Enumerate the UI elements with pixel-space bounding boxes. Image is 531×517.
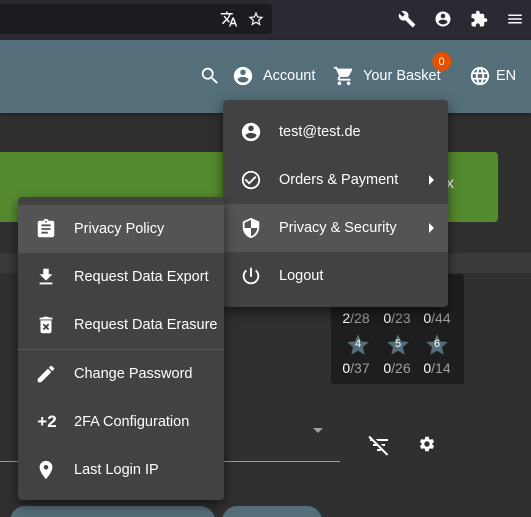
language-button[interactable]: EN [469,65,516,87]
score-value: 0/23 [383,310,411,326]
wrench-icon[interactable] [396,8,418,30]
difficulty-star-icon: 4 [345,332,371,358]
difficulty-star-icon: 6 [424,332,450,358]
hamburger-menu-icon[interactable] [504,8,526,30]
score-value: 0/14 [423,360,451,376]
filter-off-icon[interactable] [366,432,392,458]
menu-item-label: Change Password [74,366,193,382]
settings-gear-icon[interactable] [417,434,437,454]
globe-icon [470,66,490,86]
menu-item-change-password[interactable]: Change Password [18,350,224,398]
basket-button[interactable]: Your Basket [333,65,441,87]
menu-item-label: 2FA Configuration [74,414,190,430]
action-button[interactable] [10,506,215,517]
menu-item-privacy-security[interactable]: Privacy & Security [223,204,448,252]
browser-toolbar [0,0,531,40]
language-label: EN [496,68,517,84]
menu-item-label: Request Data Erasure [74,317,218,333]
dropdown-caret-icon[interactable] [313,428,323,433]
menu-item-2fa-configuration[interactable]: +2 2FA Configuration [18,398,224,446]
menu-item-orders-payment[interactable]: Orders & Payment [223,156,448,204]
bookmark-star-icon[interactable] [245,8,267,30]
menu-item-privacy-policy[interactable]: Privacy Policy [18,205,224,253]
menu-item-label: Privacy Policy [74,221,165,237]
pencil-icon [34,362,58,386]
menu-item-user-email[interactable]: test@test.de [223,108,448,156]
menu-item-label: Orders & Payment [279,172,399,188]
shopping-cart-icon [333,66,353,86]
score-value: 0/37 [342,360,370,376]
submenu-arrow-icon [429,223,434,233]
extensions-puzzle-icon[interactable] [468,8,490,30]
score-value: 0/44 [423,310,451,326]
score-value: 0/26 [383,360,411,376]
basket-count-badge: 0 [432,52,451,71]
shield-icon [239,216,263,240]
plus-two-icon: +2 [37,412,57,431]
check-circle-icon [239,168,263,192]
account-circle-outline-icon[interactable] [432,8,454,30]
account-button[interactable]: Account [232,65,315,87]
clipboard-icon [34,217,58,241]
basket-label: Your Basket [363,68,441,84]
account-circle-icon [233,66,253,86]
submenu-arrow-icon [429,175,434,185]
menu-item-label: test@test.de [279,124,361,140]
menu-item-request-data-export[interactable]: Request Data Export [18,253,224,301]
menu-item-label: Last Login IP [74,462,159,478]
power-icon [239,264,263,288]
privacy-security-submenu: Privacy Policy Request Data Export Reque… [18,197,224,500]
difficulty-star-icon: 5 [385,332,411,358]
delete-icon [34,313,58,337]
menu-item-label: Request Data Export [74,269,209,285]
menu-item-last-login-ip[interactable]: Last Login IP [18,446,224,494]
search-button[interactable] [199,65,221,87]
download-icon [34,265,58,289]
menu-item-label: Privacy & Security [279,220,397,236]
score-value: 2/28 [342,310,370,326]
menu-item-label: Logout [279,268,324,284]
account-label: Account [263,68,316,84]
menu-item-logout[interactable]: Logout [223,252,448,300]
account-menu: test@test.de Orders & Payment Privacy & … [223,100,448,307]
account-circle-icon [239,120,263,144]
translate-icon[interactable] [218,8,240,30]
location-pin-icon [34,458,58,482]
action-button[interactable] [222,506,322,517]
menu-item-request-data-erasure[interactable]: Request Data Erasure [18,301,224,349]
search-icon [201,67,218,84]
